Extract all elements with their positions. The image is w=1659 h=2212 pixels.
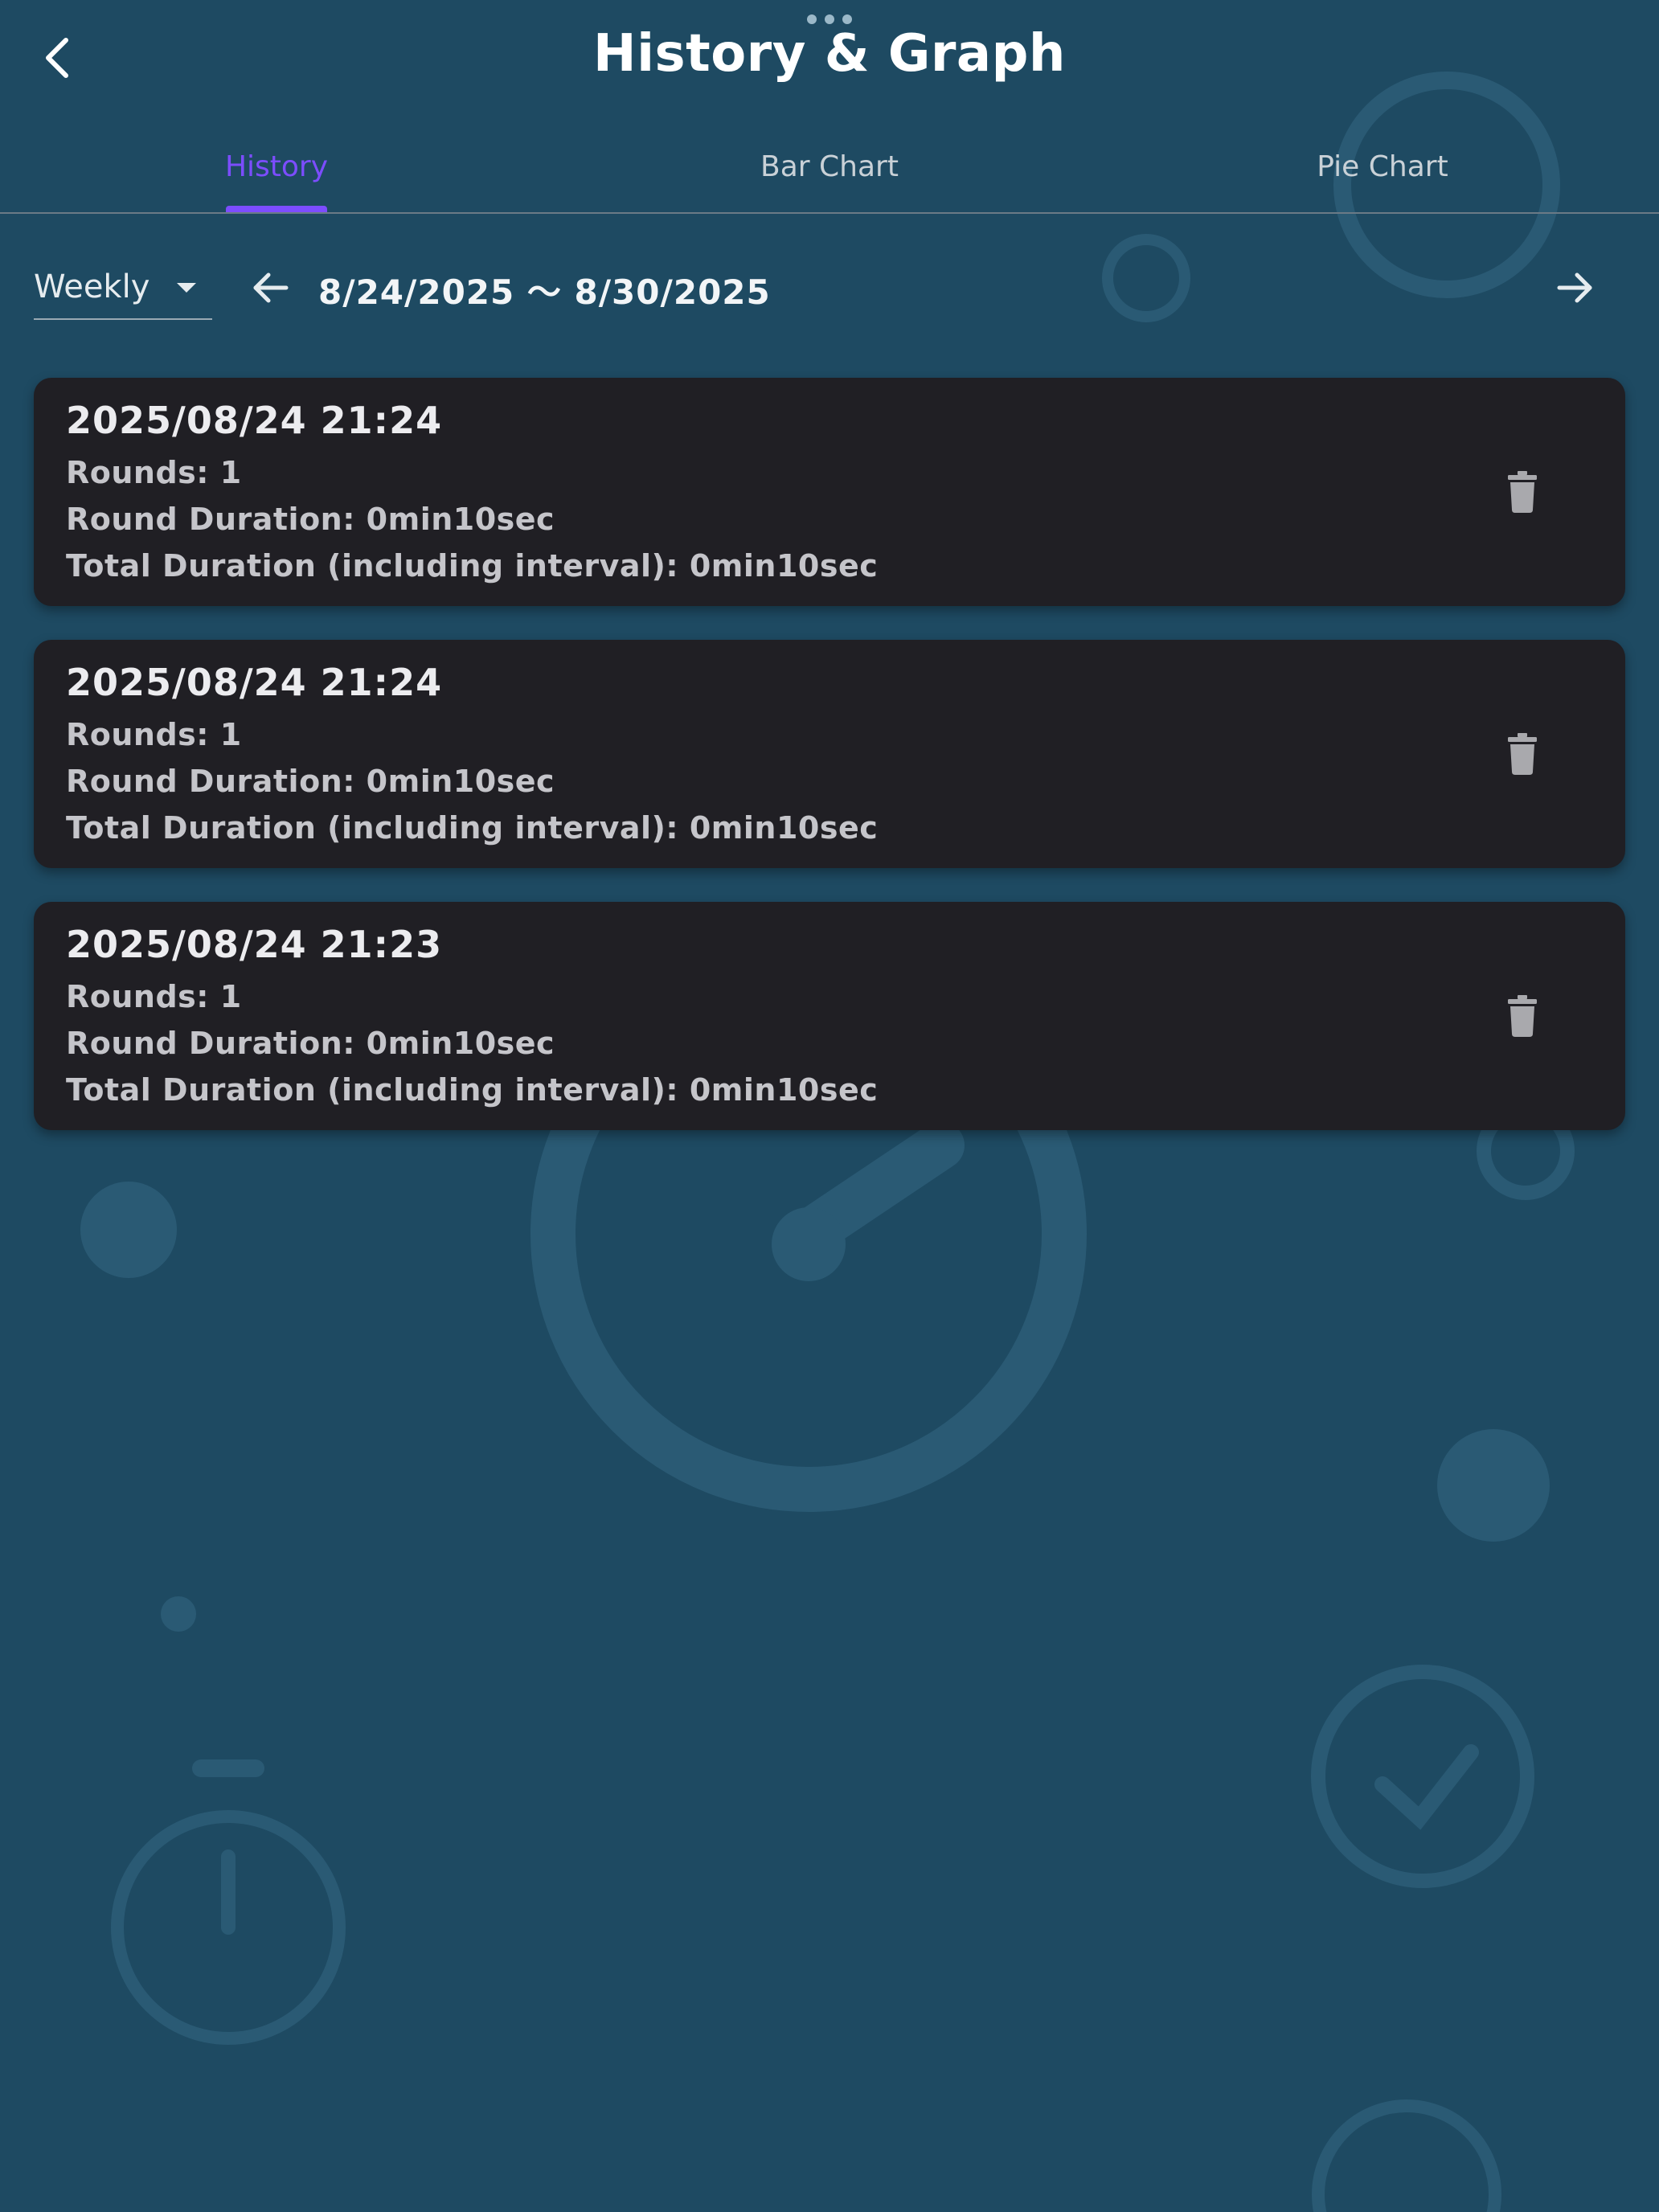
total-duration-text: Total Duration (including interval): 0mi… [66, 810, 879, 846]
history-date: 2025/08/24 21:23 [66, 923, 443, 966]
arrow-right-icon [1557, 272, 1592, 303]
round-duration-text: Round Duration: 0min10sec [66, 764, 555, 799]
round-duration-text: Round Duration: 0min10sec [66, 502, 555, 537]
history-card: 2025/08/24 21:23 Rounds: 1 Round Duratio… [34, 902, 1625, 1130]
trash-icon [1508, 995, 1537, 1037]
delete-entry-button[interactable] [1493, 723, 1551, 784]
previous-period-button[interactable] [241, 259, 299, 317]
history-card: 2025/08/24 21:24 Rounds: 1 Round Duratio… [34, 640, 1625, 868]
history-card: 2025/08/24 21:24 Rounds: 1 Round Duratio… [34, 378, 1625, 606]
dropdown-caret-icon [177, 283, 196, 293]
date-range-label: 8/24/2025 〜 8/30/2025 [318, 272, 771, 312]
rounds-text: Rounds: 1 [66, 455, 242, 490]
trash-icon [1508, 733, 1537, 775]
delete-entry-button[interactable] [1493, 461, 1551, 522]
delete-entry-button[interactable] [1493, 985, 1551, 1047]
arrow-left-icon [253, 272, 289, 303]
page-title: History & Graph [593, 24, 1066, 84]
drag-handle-dots [807, 14, 852, 24]
total-duration-text: Total Duration (including interval): 0mi… [66, 548, 879, 584]
rounds-text: Rounds: 1 [66, 979, 242, 1014]
next-period-button[interactable] [1546, 259, 1604, 317]
history-date: 2025/08/24 21:24 [66, 661, 443, 704]
period-dropdown[interactable]: Weekly [34, 257, 212, 320]
total-duration-text: Total Duration (including interval): 0mi… [66, 1072, 879, 1108]
period-dropdown-value: Weekly [34, 268, 150, 305]
history-date: 2025/08/24 21:24 [66, 399, 443, 442]
rounds-text: Rounds: 1 [66, 717, 242, 752]
round-duration-text: Round Duration: 0min10sec [66, 1026, 555, 1061]
tab-pie-chart[interactable]: Pie Chart [1106, 121, 1659, 212]
tab-bar-chart[interactable]: Bar Chart [553, 121, 1106, 212]
active-tab-indicator [226, 206, 327, 212]
trash-icon [1508, 471, 1537, 513]
tab-history[interactable]: History [0, 121, 553, 212]
tab-bar: History Bar Chart Pie Chart [0, 121, 1659, 214]
